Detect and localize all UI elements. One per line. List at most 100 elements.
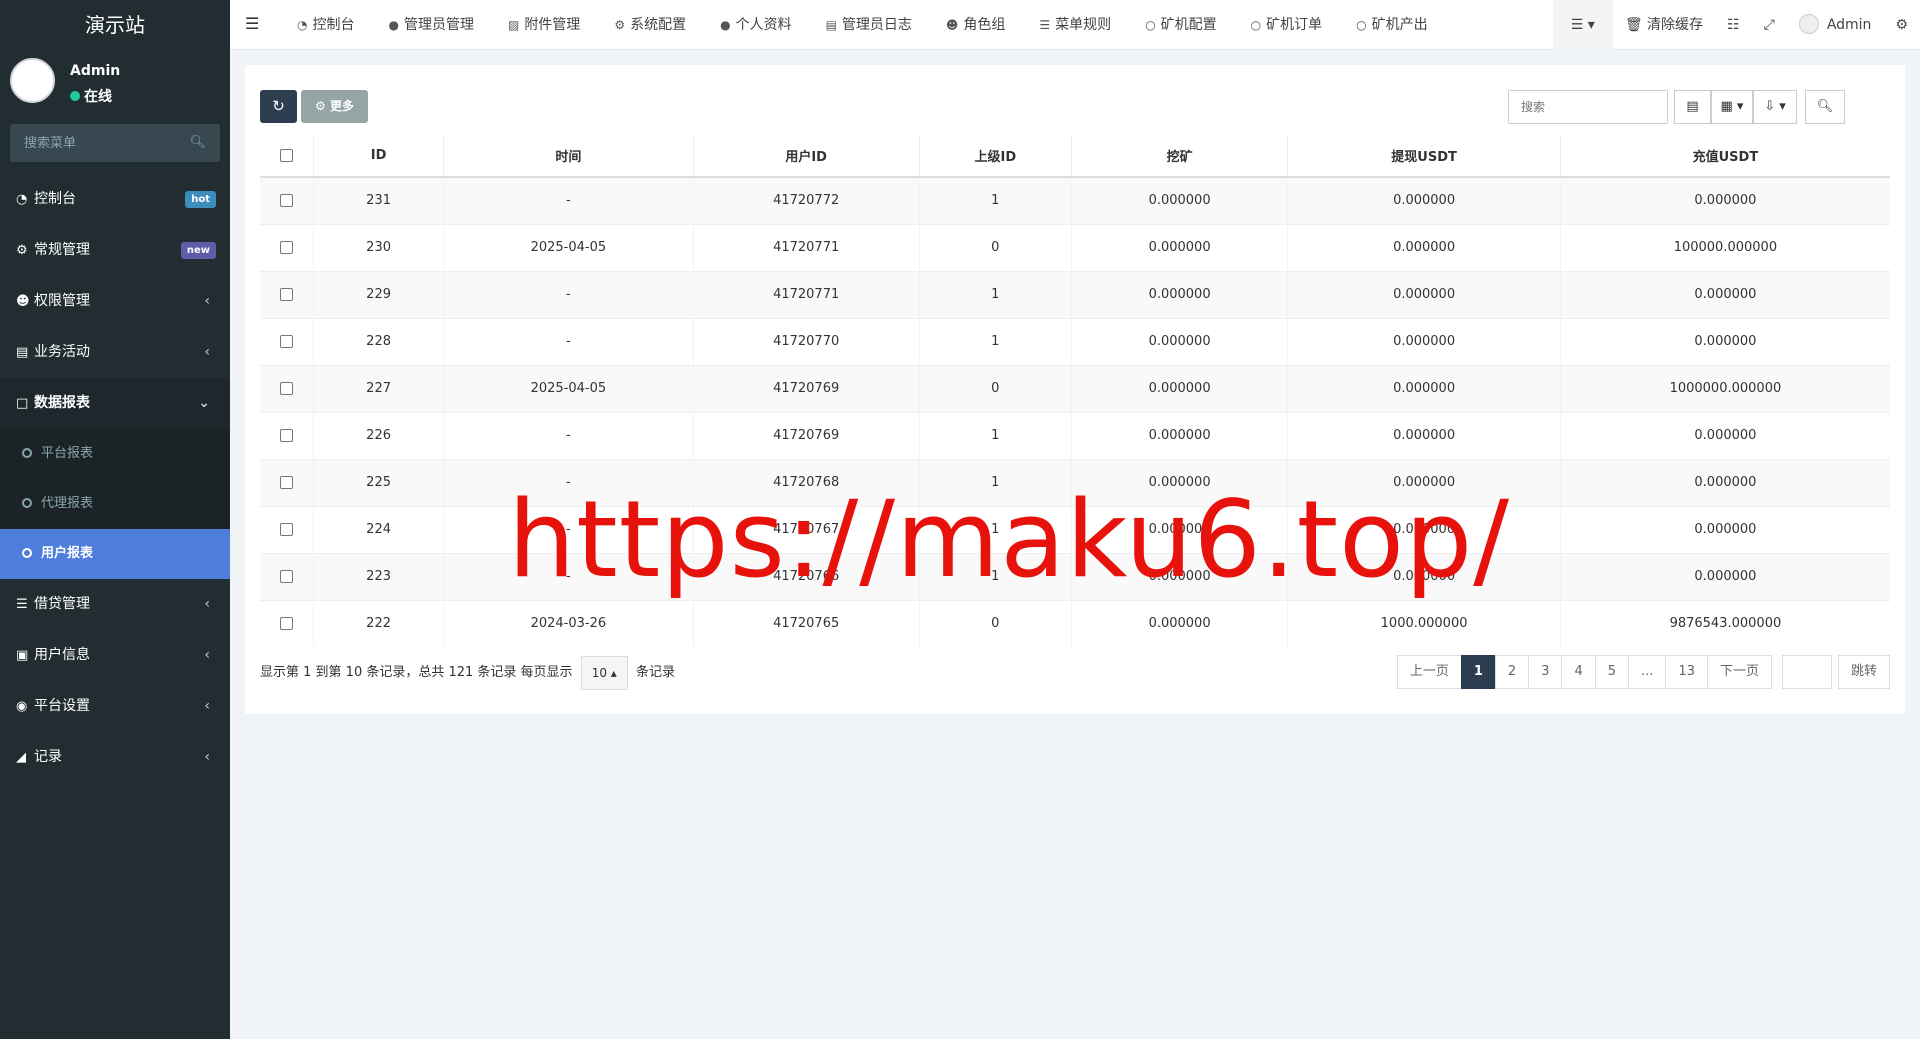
next-page-button[interactable]: 下一页 (1706, 655, 1772, 689)
top-nav-tab[interactable]: ○ 矿机配置 (1128, 0, 1233, 50)
column-header[interactable]: 上级ID (919, 135, 1072, 178)
top-nav-label: 管理员管理 (403, 17, 474, 33)
page-button[interactable]: 4 (1561, 655, 1596, 689)
table-cell: 225 (313, 458, 445, 506)
table-row[interactable]: 230 2025-04-05 41720771 0 0.000000 0.000000 10… (260, 223, 1890, 271)
menu-toggle-icon[interactable]: ☰ (245, 14, 259, 33)
columns-button[interactable]: ▦ ▾ (1711, 90, 1753, 124)
sidebar-item[interactable]: ◉ 平台设置 ‹ (0, 681, 230, 732)
prev-page-button[interactable]: 上一页 (1396, 655, 1462, 689)
table-row[interactable]: 224-41720767 1 0.000000 0.000000 0.000000 (260, 505, 1890, 553)
export-button[interactable]: ⇩ ▾ (1753, 90, 1797, 124)
row-checkbox[interactable] (280, 617, 293, 631)
search-icon[interactable]: 🔍︎ (189, 135, 206, 150)
top-nav-tab[interactable]: ☰ 菜单规则 (1022, 0, 1128, 50)
top-nav-tab[interactable]: ● 管理员管理 (371, 0, 490, 50)
sidebar-item[interactable]: ▣ 用户信息 ‹ (0, 630, 230, 681)
nav-list-button[interactable]: ☰ ▾ (1552, 0, 1613, 50)
column-header[interactable]: ID (313, 135, 445, 178)
row-checkbox[interactable] (280, 382, 293, 395)
row-checkbox-cell (260, 458, 315, 506)
top-nav-tab[interactable]: ○ 矿机产出 (1339, 0, 1444, 50)
row-checkbox[interactable] (280, 429, 293, 442)
table-row[interactable]: 225-41720768 1 0.000000 0.000000 0.000000 (260, 458, 1890, 506)
language-icon[interactable]: ☷ (1715, 0, 1752, 50)
row-checkbox[interactable] (280, 335, 293, 348)
row-checkbox[interactable] (280, 288, 293, 301)
table-row[interactable]: 222 2024-03-26 41720765 0 0.000000 1000.00000… (260, 599, 1890, 647)
top-nav-tab[interactable]: ☻ 角色组 (929, 0, 1023, 50)
table-cell: 1000.000000 (1287, 599, 1561, 647)
jump-button[interactable]: 跳转 (1837, 655, 1890, 689)
row-checkbox[interactable] (280, 523, 293, 536)
page-button[interactable]: 5 (1594, 655, 1630, 689)
table-search-input[interactable] (1509, 91, 1667, 123)
table-row[interactable]: 229-41720771 1 0.000000 0.000000 0.000000 (260, 270, 1890, 318)
column-header[interactable]: 充值USDT (1560, 135, 1890, 178)
top-nav-tab[interactable]: ◔ 控制台 (280, 0, 371, 50)
table-cell: 0.000000 (1287, 458, 1561, 506)
row-checkbox[interactable] (280, 570, 293, 583)
top-nav-tab[interactable]: ▤ 管理员日志 (809, 0, 929, 50)
sidebar-item[interactable]: ◢ 记录 ‹ (0, 732, 230, 783)
page-button[interactable]: ... (1628, 655, 1667, 689)
avatar (1798, 14, 1819, 34)
table-row[interactable]: 227 2025-04-05 41720769 0 0.000000 0.000000 10… (260, 364, 1890, 412)
sidebar-item[interactable]: ◔ 控制台 hot (0, 174, 230, 225)
top-nav-tab[interactable]: ⚙ 系统配置 (597, 0, 703, 50)
more-button[interactable]: ⚙ 更多 (301, 90, 368, 123)
table-search (1508, 90, 1668, 124)
column-header[interactable]: 时间 (443, 135, 694, 178)
table-row[interactable]: 226-41720769 1 0.000000 0.000000 0.000000 (260, 411, 1890, 459)
page-size-select[interactable]: 10 ▴ (580, 655, 628, 690)
table-cell: 0.000000 (1071, 317, 1289, 365)
pagination-info: 显示第 1 到第 10 条记录，总共 121 条记录 每页显示 10 ▴ 条记录 (260, 655, 675, 691)
table-row[interactable]: 223-41720766 1 0.000000 0.000000 0.000000 (260, 552, 1890, 600)
top-nav-tab[interactable]: ● 个人资料 (703, 0, 808, 50)
group-icon: ☻ (945, 18, 959, 32)
checkbox[interactable] (280, 149, 293, 162)
row-checkbox[interactable] (280, 476, 293, 489)
admin-menu[interactable]: Admin (1787, 0, 1884, 50)
sidebar-subitem[interactable]: 用户报表 (0, 529, 230, 579)
chevron-left-icon: ‹ (204, 647, 210, 663)
chevron-down-icon: ⌄ (198, 395, 210, 411)
select-all-checkbox[interactable] (260, 135, 315, 178)
jump-page-input[interactable] (1781, 655, 1832, 689)
advanced-search-button[interactable]: 🔍︎ (1805, 90, 1845, 124)
fullscreen-icon[interactable]: ⤢ (1752, 0, 1787, 50)
table-cell: 1 (919, 176, 1072, 224)
sidebar-item[interactable]: ▤ 业务活动 ‹ (0, 327, 230, 378)
column-header[interactable]: 挖矿 (1071, 135, 1289, 178)
top-nav-label: 菜单规则 (1055, 17, 1112, 33)
page-button[interactable]: 3 (1528, 655, 1563, 689)
sidebar-item[interactable]: ⚙ 常规管理 new (0, 225, 230, 276)
gears-icon[interactable]: ⚙ (1883, 0, 1920, 50)
row-checkbox[interactable] (280, 194, 293, 208)
sidebar-subitem[interactable]: 平台报表 (0, 429, 230, 479)
toggle-view-button[interactable]: ▤ (1674, 90, 1711, 124)
sidebar-item[interactable]: ☰ 借贷管理 ‹ (0, 579, 230, 630)
page-button[interactable]: 2 (1494, 655, 1530, 689)
table-row[interactable]: 228-41720770 1 0.000000 0.000000 0.000000 (260, 317, 1890, 365)
row-checkbox[interactable] (280, 241, 293, 254)
page-button[interactable]: 13 (1665, 655, 1708, 689)
top-nav-tab[interactable]: ○ 矿机订单 (1234, 0, 1339, 50)
sidebar-item[interactable]: ☻ 权限管理 ‹ (0, 276, 230, 327)
table-cell: 0.000000 (1560, 176, 1890, 224)
table-header: ID 时间 用户ID 上级ID 挖矿 提现USDT 充值USDT (260, 135, 1890, 178)
row-checkbox-cell (260, 317, 315, 365)
sidebar-subitem[interactable]: 代理报表 (0, 479, 230, 529)
list-alt-icon: ▤ (825, 18, 837, 32)
table-row[interactable]: 231-41720772 1 0.000000 0.000000 0.000000 (260, 176, 1890, 224)
column-header[interactable]: 用户ID (693, 135, 920, 178)
sidebar-item[interactable]: □ 数据报表 ⌄ (0, 378, 230, 429)
table-cell: 224 (313, 505, 445, 553)
column-header[interactable]: 提现USDT (1287, 135, 1561, 178)
page-button[interactable]: 1 (1460, 655, 1496, 689)
circle-icon (22, 548, 32, 558)
brand-logo[interactable]: 演示站 (0, 0, 230, 50)
clear-cache-button[interactable]: 🗑︎ 清除缓存 (1613, 0, 1715, 50)
top-nav-tab[interactable]: ▨ 附件管理 (491, 0, 597, 50)
refresh-button[interactable]: ↻ (260, 90, 297, 123)
